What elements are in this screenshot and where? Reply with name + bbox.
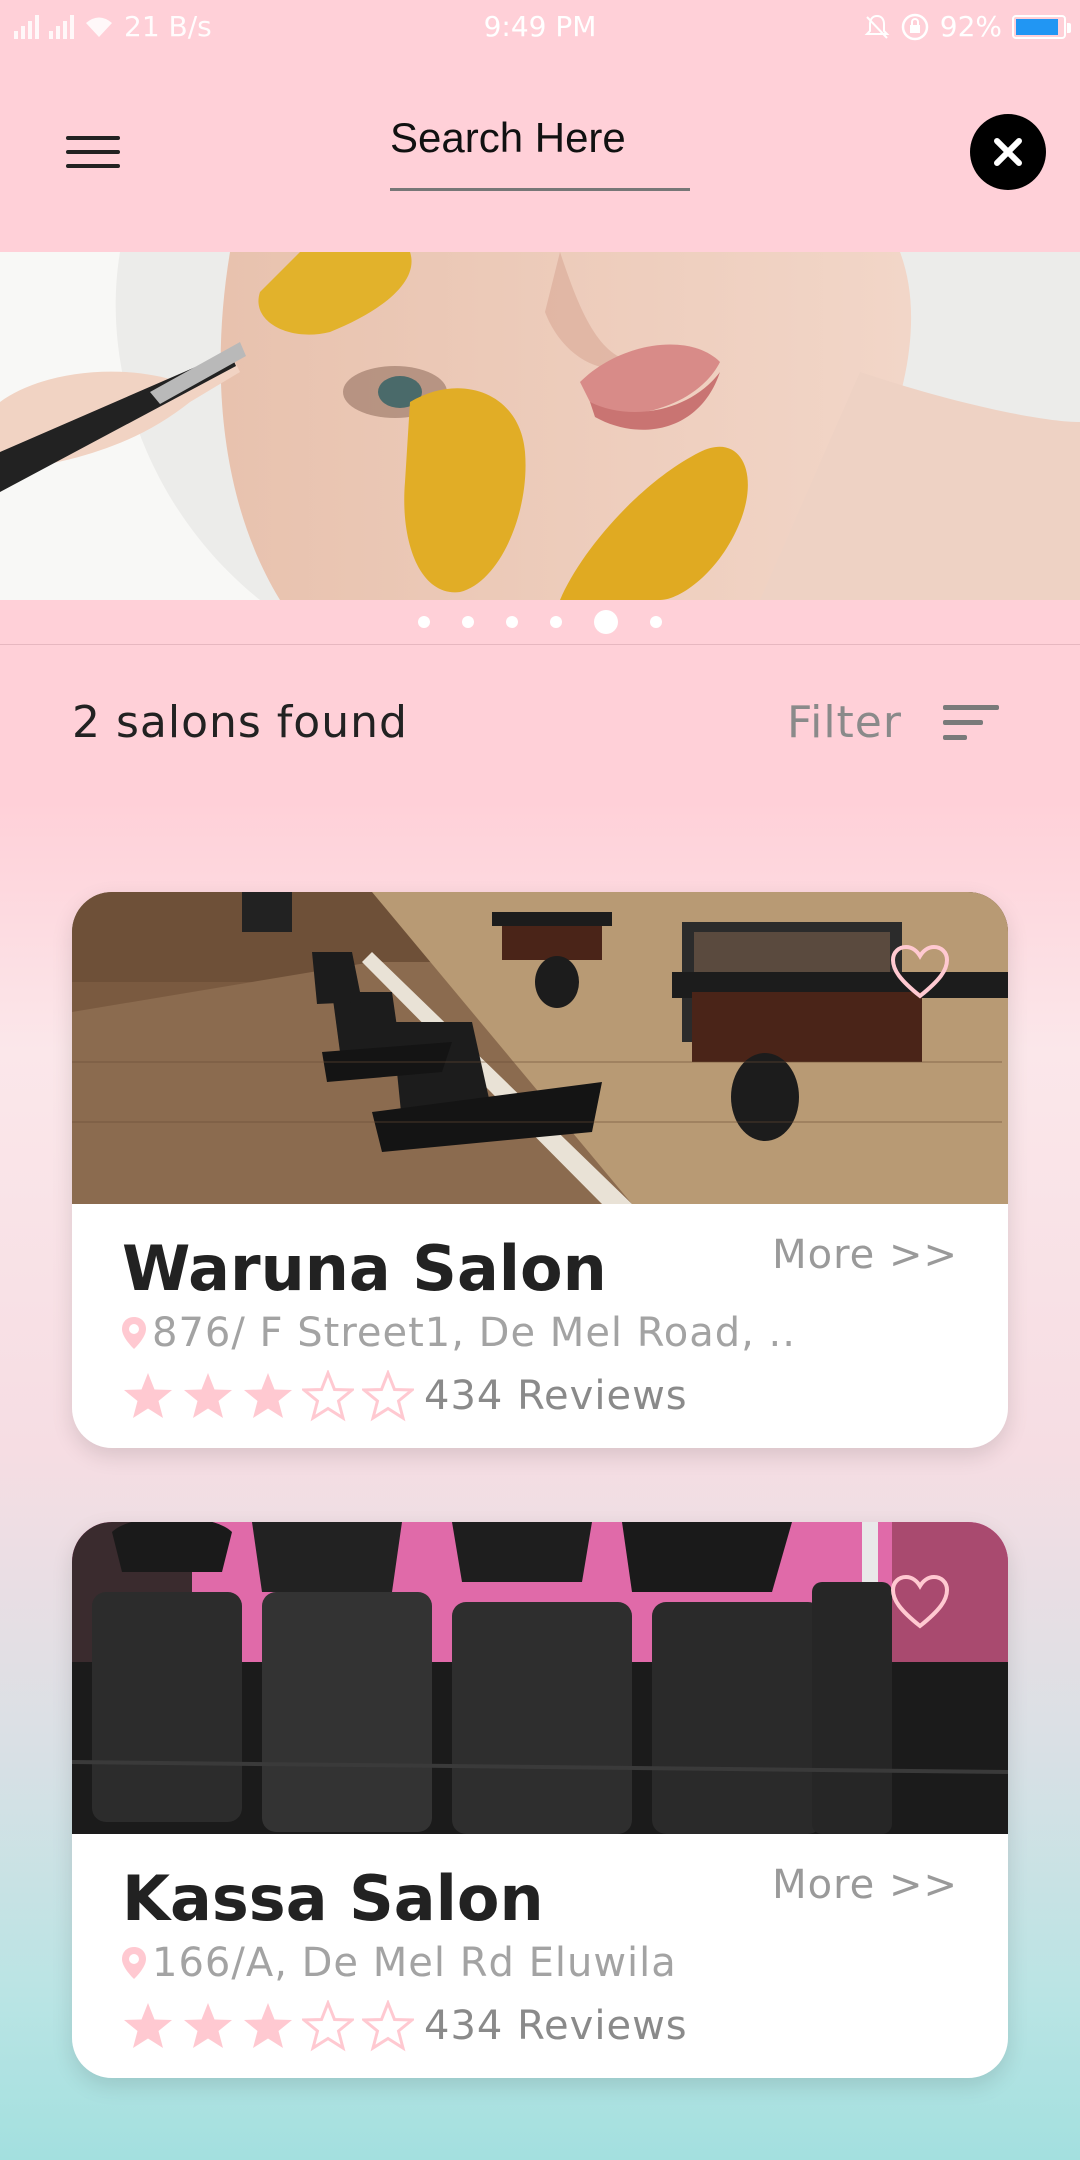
star-filled-icon <box>184 2003 232 2048</box>
star-filled-icon <box>244 1373 292 1418</box>
close-icon <box>994 138 1022 166</box>
results-count: 2 salons found <box>72 697 408 748</box>
salon-card[interactable]: Waruna Salon More >> 876/ F Street1, De … <box>72 892 1008 1448</box>
address-text: 166/A, De Mel Rd Eluwila <box>152 1940 677 1986</box>
facial-treatment-photo <box>0 252 1080 600</box>
filter-sort-icon[interactable] <box>943 705 999 745</box>
review-count: 434 Reviews <box>424 1373 688 1419</box>
location-pin-icon <box>122 1947 146 1979</box>
more-link[interactable]: More >> <box>772 1862 958 1908</box>
rating: 434 Reviews <box>122 2000 688 2052</box>
salon-photo <box>72 1522 1008 1834</box>
carousel-dot[interactable] <box>506 616 518 628</box>
star-filled-icon <box>244 2003 292 2048</box>
review-count: 434 Reviews <box>424 2003 688 2049</box>
search-input[interactable] <box>390 106 690 191</box>
star-filled-icon <box>184 1373 232 1418</box>
address-text: 876/ F Street1, De Mel Road, .. <box>152 1310 796 1356</box>
salon-address: 876/ F Street1, De Mel Road, .. <box>120 1310 796 1356</box>
more-link[interactable]: More >> <box>772 1232 958 1278</box>
carousel-dot[interactable] <box>462 616 474 628</box>
salon-photo <box>72 892 1008 1204</box>
carousel-dot-active[interactable] <box>594 610 618 634</box>
promo-banner-image[interactable] <box>0 252 1080 600</box>
close-button[interactable] <box>970 114 1046 190</box>
carousel-dot[interactable] <box>418 616 430 628</box>
salon-name[interactable]: Waruna Salon <box>122 1232 607 1305</box>
status-right: 92% <box>864 10 1071 43</box>
star-outline-icon <box>302 2000 354 2052</box>
favorite-heart-icon[interactable] <box>890 944 950 1000</box>
carousel-indicator <box>0 600 1080 645</box>
app-bar <box>0 56 1080 252</box>
rotation-lock-icon <box>901 13 929 40</box>
results-bar: 2 salons found Filter <box>0 645 1080 797</box>
search-container <box>390 106 690 191</box>
star-outline-icon <box>302 1370 354 1422</box>
star-filled-icon <box>124 2003 172 2048</box>
filter-button[interactable]: Filter <box>787 697 902 748</box>
battery-percent: 92% <box>939 10 1002 43</box>
battery-icon <box>1012 14 1071 39</box>
carousel-dot[interactable] <box>550 616 562 628</box>
favorite-heart-icon[interactable] <box>890 1574 950 1630</box>
salon-name[interactable]: Kassa Salon <box>122 1862 544 1935</box>
hamburger-menu-icon[interactable] <box>66 132 122 172</box>
salon-address: 166/A, De Mel Rd Eluwila <box>120 1940 677 1986</box>
status-bar: 21 B/s 9:49 PM 92% <box>0 0 1080 56</box>
bell-muted-icon <box>864 14 890 39</box>
salon-card[interactable]: Kassa Salon More >> 166/A, De Mel Rd Elu… <box>72 1522 1008 2078</box>
carousel-dot[interactable] <box>650 616 662 628</box>
star-filled-icon <box>124 1373 172 1418</box>
rating: 434 Reviews <box>122 1370 688 1422</box>
star-outline-icon <box>362 1370 414 1422</box>
star-outline-icon <box>362 2000 414 2052</box>
location-pin-icon <box>122 1317 146 1349</box>
